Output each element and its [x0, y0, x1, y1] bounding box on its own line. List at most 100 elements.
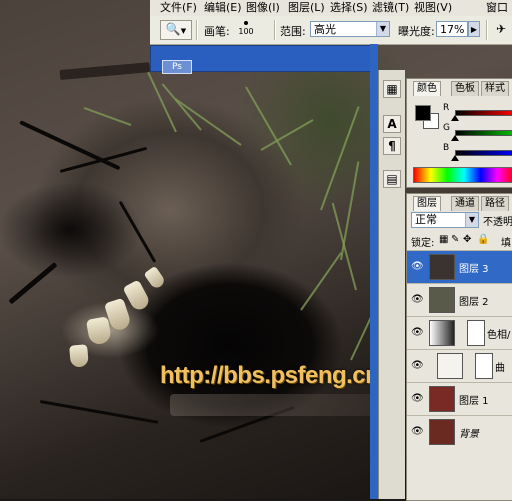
character-icon[interactable]: A: [383, 115, 401, 133]
chevron-down-icon: ▼: [180, 27, 187, 35]
brush-picker[interactable]: 100: [234, 18, 258, 42]
layers-panel: 图层 通道 路径 正常 ▼ 不透明 锁定: ▦ ✎ ✥ 🔒 填 👁 图层 3 👁…: [406, 193, 512, 501]
exposure-slider-button[interactable]: ▶: [468, 21, 480, 37]
document-tab[interactable]: Ps: [162, 60, 192, 74]
brush-size: 100: [238, 27, 254, 36]
navigator-icon[interactable]: ▤: [383, 170, 401, 188]
layer-row-background[interactable]: 👁 背景: [407, 415, 512, 448]
eye-icon[interactable]: 👁: [411, 426, 424, 438]
workspace-border: [370, 44, 378, 499]
tooth: [69, 344, 89, 368]
eye-icon[interactable]: 👁: [411, 294, 424, 306]
menu-select[interactable]: 选择(S): [328, 0, 370, 16]
menu-layer[interactable]: 图层(L): [286, 0, 327, 16]
grass-blade: [145, 68, 177, 133]
menu-filter[interactable]: 滤镜(T): [370, 0, 411, 16]
color-spectrum-bar[interactable]: [413, 167, 512, 183]
eye-icon[interactable]: 👁: [411, 393, 424, 405]
layer-thumbnail: [429, 254, 455, 280]
mud-crack: [39, 400, 159, 424]
green-slider-thumb[interactable]: [451, 135, 459, 141]
layer-row-hue[interactable]: 👁 色相/: [407, 316, 512, 349]
red-slider-track[interactable]: [455, 110, 512, 116]
green-slider-track[interactable]: [455, 130, 512, 136]
menu-view[interactable]: 视图(V): [412, 0, 454, 16]
chevron-right-icon: ▶: [470, 25, 478, 34]
layer-row-1[interactable]: 👁 图层 1: [407, 382, 512, 415]
tooth: [85, 316, 113, 346]
menu-image[interactable]: 图像(I): [244, 0, 282, 16]
lock-all-icon[interactable]: 🔒: [477, 234, 489, 245]
tab-layers[interactable]: 图层: [413, 196, 441, 211]
curves-icon: [437, 353, 463, 379]
grass-blade: [174, 98, 242, 146]
menu-window[interactable]: 窗口: [484, 0, 510, 16]
dodge-tool-icon: 🔍: [165, 22, 181, 36]
chevron-down-icon[interactable]: ▼: [376, 22, 389, 36]
panel-dock-strip: [378, 70, 405, 499]
lock-position-icon[interactable]: ✥: [463, 234, 471, 245]
tab-styles[interactable]: 样式: [481, 81, 509, 96]
tab-paths[interactable]: 路径: [481, 196, 509, 211]
exposure-input[interactable]: 17%: [436, 21, 468, 37]
tab-color[interactable]: 颜色: [413, 81, 441, 96]
grass-blade: [83, 106, 132, 126]
grass-blade: [245, 86, 292, 166]
chevron-down-icon[interactable]: ▼: [465, 213, 478, 227]
eye-icon[interactable]: 👁: [411, 261, 424, 273]
mud-crack: [59, 62, 151, 80]
lock-image-icon[interactable]: ✎: [451, 234, 459, 245]
channel-b-label: B: [443, 143, 450, 153]
layer-name: 色相/: [487, 330, 511, 341]
lock-transparent-icon[interactable]: ▦: [439, 234, 448, 245]
grass-blade: [331, 202, 357, 291]
watermark-shadow: [170, 394, 400, 416]
airbrush-icon[interactable]: ✈: [492, 20, 510, 38]
brush-dot-icon: [244, 21, 248, 25]
foreground-color-swatch[interactable]: [415, 105, 431, 121]
tool-preset-picker[interactable]: 🔍▼: [160, 20, 192, 40]
grass-blade: [300, 252, 342, 311]
layer-name: 图层 3: [459, 264, 489, 275]
layer-row-curves[interactable]: 👁 曲: [407, 349, 512, 382]
watermark-text: http://bbs.psfeng.cn/: [160, 362, 386, 389]
divider: [486, 20, 488, 40]
range-value: 高光: [314, 23, 336, 36]
layer-row-2[interactable]: 👁 图层 2: [407, 283, 512, 316]
divider: [196, 20, 198, 40]
paragraph-icon[interactable]: ¶: [383, 137, 401, 155]
eye-icon[interactable]: 👁: [411, 327, 424, 339]
fill-label: 填: [501, 238, 511, 249]
menu-edit[interactable]: 编辑(E): [202, 0, 244, 16]
tab-channels[interactable]: 通道: [451, 196, 479, 211]
tab-swatches[interactable]: 色板: [451, 81, 479, 96]
layer-row-3[interactable]: 👁 图层 3: [407, 250, 512, 283]
layer-thumbnail: [429, 386, 455, 412]
blue-slider-thumb[interactable]: [451, 155, 459, 161]
eye-icon[interactable]: 👁: [411, 360, 424, 372]
channel-r-label: R: [443, 103, 450, 113]
exposure-value: 17%: [440, 23, 465, 36]
layer-thumbnail: [429, 419, 455, 445]
color-panel: 颜色 色板 样式 R G B: [406, 78, 512, 188]
mud-crack: [59, 146, 148, 173]
mud-crack: [118, 200, 157, 263]
range-label: 范围:: [280, 25, 306, 38]
brushes-icon[interactable]: ▦: [383, 80, 401, 98]
blend-mode-value: 正常: [415, 213, 437, 226]
range-select[interactable]: 高光 ▼: [310, 21, 390, 37]
divider: [274, 20, 276, 40]
layer-mask-thumbnail: [475, 353, 493, 379]
blend-mode-select[interactable]: 正常 ▼: [411, 212, 479, 228]
exposure-label: 曝光度:: [398, 25, 435, 38]
layer-thumbnail: [429, 287, 455, 313]
menu-file[interactable]: 文件(F): [158, 0, 199, 16]
tooth: [143, 265, 167, 291]
adjustment-icon: [429, 320, 455, 346]
channel-g-label: G: [443, 123, 450, 133]
opacity-label: 不透明: [483, 217, 512, 228]
layer-name: 图层 1: [459, 396, 489, 407]
red-slider-thumb[interactable]: [451, 115, 459, 121]
tooth: [122, 279, 152, 313]
blue-slider-track[interactable]: [455, 150, 512, 156]
